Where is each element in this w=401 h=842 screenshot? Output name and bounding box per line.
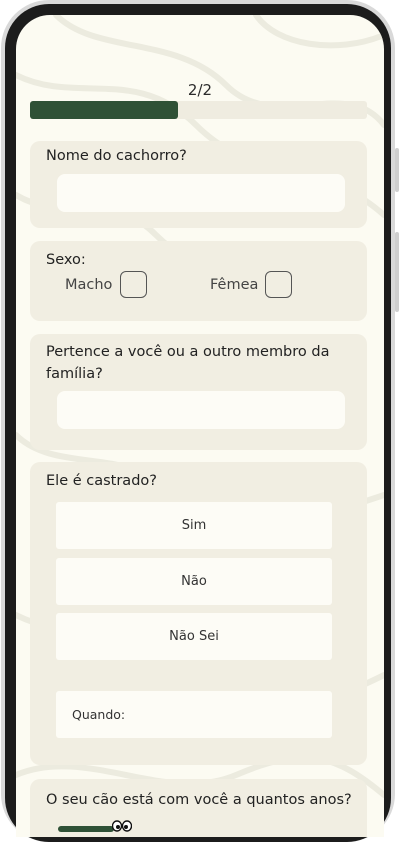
sex-male-checkbox[interactable] xyxy=(120,271,147,298)
years-question: O seu cão está com você a quantos anos? xyxy=(46,792,352,808)
owner-card: Pertence a você ou a outro membro da fam… xyxy=(30,334,367,450)
castrated-when-input[interactable]: Quando: xyxy=(56,691,332,738)
owner-question: Pertence a você ou a outro membro da fam… xyxy=(46,344,330,382)
castrated-card: Ele é castrado? Sim Não Não Sei Quando: xyxy=(30,462,367,765)
progress-bar-fill xyxy=(30,101,179,119)
years-input-partial[interactable] xyxy=(58,826,114,832)
castrated-yes-button[interactable]: Sim xyxy=(56,502,332,549)
dog-name-input[interactable] xyxy=(57,174,345,212)
sex-card: Sexo: Macho Fêmea xyxy=(30,241,367,321)
volume-button xyxy=(395,148,399,192)
sex-option-male-label: Macho xyxy=(65,277,113,293)
castrated-no-button[interactable]: Não xyxy=(56,558,332,605)
castrated-unknown-button[interactable]: Não Sei xyxy=(56,613,332,660)
app-screen: 2/2 Nome do cachorro? Sexo: Macho Fêmea … xyxy=(16,15,384,837)
phone-frame: 2/2 Nome do cachorro? Sexo: Macho Fêmea … xyxy=(0,0,401,842)
progress-step-label: 2/2 xyxy=(187,81,213,99)
progress-bar xyxy=(30,101,367,119)
sex-question: Sexo: xyxy=(46,252,86,268)
power-button xyxy=(395,232,399,312)
dog-name-card: Nome do cachorro? xyxy=(30,141,367,228)
dog-name-question: Nome do cachorro? xyxy=(46,148,187,164)
castrated-question: Ele é castrado? xyxy=(46,473,157,489)
dog-eyes-icon xyxy=(112,820,132,832)
sex-female-checkbox[interactable] xyxy=(265,271,292,298)
sex-option-female-label: Fêmea xyxy=(210,277,259,293)
owner-input[interactable] xyxy=(57,391,345,429)
